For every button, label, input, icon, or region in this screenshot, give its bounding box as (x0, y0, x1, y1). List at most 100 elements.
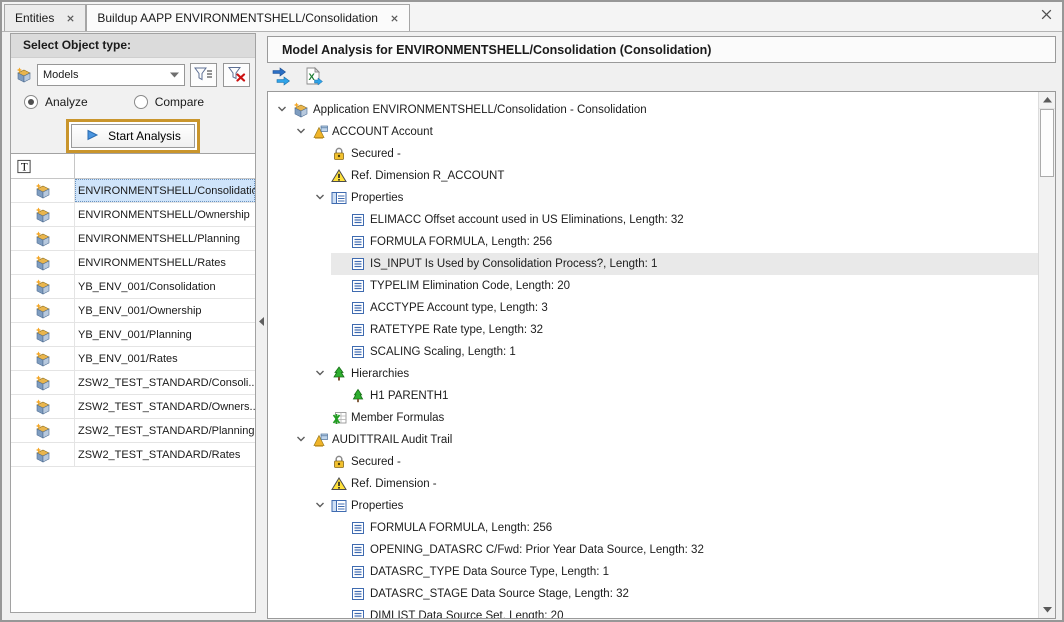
tree-row[interactable]: Ref. Dimension R_ACCOUNT (268, 165, 1038, 187)
scroll-up-icon[interactable] (1039, 92, 1055, 109)
tree-row-label: H1 PARENTH1 (370, 390, 448, 402)
tree-row[interactable]: OPENING_DATASRC C/Fwd: Prior Year Data S… (268, 539, 1038, 561)
tab[interactable]: Entities (4, 4, 86, 31)
property-icon (350, 322, 366, 338)
property-icon (350, 234, 366, 250)
radio-circle[interactable] (24, 95, 38, 109)
model-row[interactable]: ENVIRONMENTSHELL/Consolidation (11, 179, 255, 203)
tree-row[interactable]: TYPELIM Elimination Code, Length: 20 (268, 275, 1038, 297)
object-type-value: Models (43, 69, 170, 81)
tab[interactable]: Buildup AAPP ENVIRONMENTSHELL/Consolidat… (86, 4, 410, 31)
property-icon (350, 278, 366, 294)
tree-row-label: OPENING_DATASRC C/Fwd: Prior Year Data S… (370, 544, 704, 556)
model-row[interactable]: YB_ENV_001/Ownership (11, 299, 255, 323)
tree-row[interactable]: Properties (268, 187, 1038, 209)
model-row[interactable]: ENVIRONMENTSHELL/Ownership (11, 203, 255, 227)
radio-label: Analyze (45, 95, 88, 109)
close-icon[interactable] (390, 14, 399, 23)
property-icon (350, 542, 366, 558)
window-close-icon[interactable] (1040, 8, 1053, 21)
scroll-down-icon[interactable] (1039, 602, 1055, 618)
filter-button[interactable] (190, 63, 217, 87)
model-cube-icon (35, 255, 51, 271)
tree-row[interactable]: IS_INPUT Is Used by Consolidation Proces… (268, 253, 1038, 275)
model-row[interactable]: YB_ENV_001/Planning (11, 323, 255, 347)
tree-row[interactable]: Secured - (268, 143, 1038, 165)
tree-row[interactable]: Properties (268, 495, 1038, 517)
model-row[interactable]: ZSW2_TEST_STANDARD/Consoli... (11, 371, 255, 395)
tree-row[interactable]: DIMLIST Data Source Set, Length: 20 (268, 605, 1038, 619)
model-cube-icon (35, 351, 51, 367)
dropdown-arrow-icon[interactable] (170, 69, 179, 81)
model-row[interactable]: ZSW2_TEST_STANDARD/Owners... (11, 395, 255, 419)
tree-row[interactable]: RATETYPE Rate type, Length: 32 (268, 319, 1038, 341)
model-row[interactable]: ZSW2_TEST_STANDARD/Planning (11, 419, 255, 443)
model-row[interactable]: ENVIRONMENTSHELL/Planning (11, 227, 255, 251)
tree-row[interactable]: Secured - (268, 451, 1038, 473)
vertical-scrollbar[interactable] (1038, 92, 1055, 618)
lock-icon (331, 454, 347, 470)
property-icon (350, 564, 366, 580)
toolbar-button[interactable] (269, 67, 293, 89)
transport-arrows-icon (271, 67, 291, 89)
tree-row[interactable]: FORMULA FORMULA, Length: 256 (268, 517, 1038, 539)
tree-row[interactable]: DATASRC_TYPE Data Source Type, Length: 1 (268, 561, 1038, 583)
mode-radio-group: Analyze Compare (24, 95, 204, 109)
tree-row[interactable]: ELIMACC Offset account used in US Elimin… (268, 209, 1038, 231)
tree-row-label: Member Formulas (351, 412, 444, 424)
model-row[interactable]: YB_ENV_001/Rates (11, 347, 255, 371)
tree-row[interactable]: AUDITTRAIL Audit Trail (268, 429, 1038, 451)
chevron-down-icon[interactable] (314, 191, 326, 206)
radio-circle[interactable] (134, 95, 148, 109)
tree-row[interactable]: H1 PARENTH1 (268, 385, 1038, 407)
sidebar: Select Object type: Models (10, 33, 256, 613)
tree-row[interactable]: Application ENVIRONMENTSHELL/Consolidati… (268, 99, 1038, 121)
export-excel-icon: X (304, 67, 323, 89)
models-table-header[interactable]: T (11, 154, 255, 179)
text-filter-icon: T (16, 158, 32, 174)
properties-icon (331, 498, 347, 514)
tree-row[interactable]: Ref. Dimension - (268, 473, 1038, 495)
chevron-down-icon[interactable] (314, 367, 326, 382)
mode-radio[interactable]: Compare (134, 95, 204, 109)
tree-row-label: DIMLIST Data Source Set, Length: 20 (370, 610, 563, 619)
property-icon (350, 256, 366, 272)
tree-row[interactable]: FORMULA FORMULA, Length: 256 (268, 231, 1038, 253)
tree-row[interactable]: SCALING Scaling, Length: 1 (268, 341, 1038, 363)
object-type-dropdown[interactable]: Models (37, 64, 185, 86)
tree-row-label: Hierarchies (351, 368, 409, 380)
tree-row[interactable]: ACCTYPE Account type, Length: 3 (268, 297, 1038, 319)
tree-row-label: IS_INPUT Is Used by Consolidation Proces… (370, 258, 657, 270)
chevron-down-icon[interactable] (295, 433, 307, 448)
model-row[interactable]: ENVIRONMENTSHELL/Rates (11, 251, 255, 275)
model-cube-icon (35, 327, 51, 343)
property-icon (350, 586, 366, 602)
mode-radio[interactable]: Analyze (24, 95, 88, 109)
tree-row[interactable]: DATASRC_STAGE Data Source Stage, Length:… (268, 583, 1038, 605)
tree-row-label: Ref. Dimension - (351, 478, 437, 490)
model-row-label: YB_ENV_001/Rates (78, 353, 178, 365)
toolbar-button[interactable]: X (301, 67, 325, 89)
chevron-down-icon[interactable] (276, 103, 288, 118)
tree-row-label: TYPELIM Elimination Code, Length: 20 (370, 280, 570, 292)
hierarchies-icon (331, 366, 347, 382)
models-table-body: ENVIRONMENTSHELL/Consolidation ENVIRONME… (11, 179, 255, 467)
collapse-left-icon[interactable] (259, 317, 264, 326)
scrollbar-thumb[interactable] (1040, 109, 1054, 177)
tree-row[interactable]: Hierarchies (268, 363, 1038, 385)
close-icon[interactable] (66, 14, 75, 23)
model-cube-icon (16, 67, 32, 83)
start-analysis-button[interactable]: Start Analysis (71, 124, 195, 148)
chevron-down-icon[interactable] (295, 125, 307, 140)
tab-bar: Entities Buildup AAPP ENVIRONMENTSHELL/C… (2, 2, 1062, 32)
tree-row[interactable]: Member Formulas (268, 407, 1038, 429)
filter-buttons (190, 63, 250, 87)
model-row[interactable]: YB_ENV_001/Consolidation (11, 275, 255, 299)
tree-row[interactable]: ACCOUNT Account (268, 121, 1038, 143)
chevron-down-icon[interactable] (314, 499, 326, 514)
analysis-tree-box: Application ENVIRONMENTSHELL/Consolidati… (267, 91, 1056, 619)
model-row[interactable]: ZSW2_TEST_STANDARD/Rates (11, 443, 255, 467)
panel-splitter[interactable] (258, 33, 265, 613)
tree-row-label: Secured - (351, 148, 401, 160)
filter-button[interactable] (223, 63, 250, 87)
